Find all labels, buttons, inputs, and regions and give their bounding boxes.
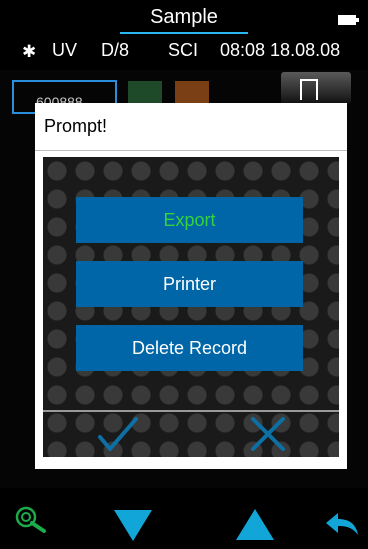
dialog-panel: Export Printer Delete Record — [43, 157, 339, 457]
arrow-up-icon[interactable] — [234, 508, 276, 542]
x-icon[interactable] — [248, 415, 288, 453]
dialog-title: Prompt! — [44, 116, 108, 136]
printer-button[interactable]: Printer — [76, 261, 303, 307]
mode-indicator: SCI — [168, 40, 199, 60]
check-icon[interactable] — [98, 415, 138, 453]
battery-full-icon — [338, 15, 359, 25]
prompt-dialog: Prompt! Export Printer Delete Record — [35, 103, 347, 469]
title-bar: Sample — [0, 0, 368, 34]
arrow-down-icon[interactable] — [112, 508, 154, 542]
delete-record-button[interactable]: Delete Record — [76, 325, 303, 371]
export-button[interactable]: Export — [76, 197, 303, 243]
page-icon — [300, 79, 318, 100]
page-title: Sample — [150, 6, 218, 28]
panel-separator — [43, 410, 339, 412]
back-arrow-icon[interactable] — [322, 509, 360, 541]
color-swatch-green — [128, 81, 162, 103]
device-screen: Sample ✱ UV D/8 SCI 08:08 18.08.08 60088… — [0, 0, 368, 549]
dialog-divider — [35, 150, 347, 151]
bluetooth-icon: ✱ — [22, 42, 37, 61]
status-bar: ✱ UV D/8 SCI 08:08 18.08.08 — [0, 34, 368, 70]
color-swatch-orange — [175, 81, 209, 103]
bottom-toolbar — [0, 488, 368, 549]
datetime-display: 08:08 18.08.08 — [220, 40, 341, 60]
target-search-icon[interactable] — [14, 505, 48, 533]
geometry-indicator: D/8 — [101, 40, 130, 60]
uv-indicator: UV — [52, 40, 78, 60]
